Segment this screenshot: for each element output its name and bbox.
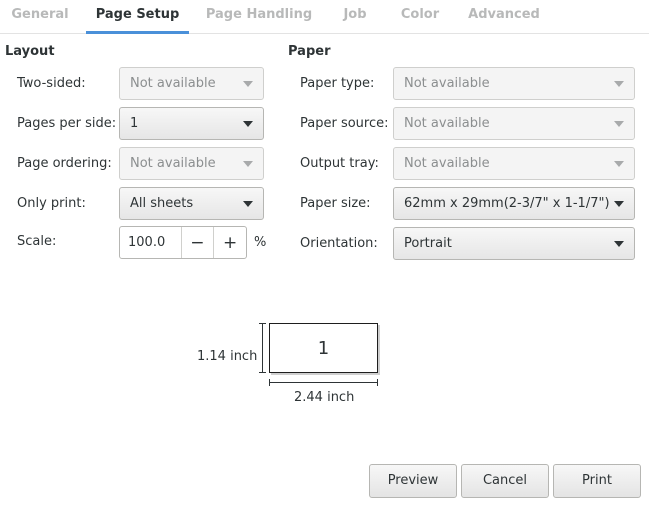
page-preview-number: 1 bbox=[317, 337, 330, 359]
print-button[interactable]: Print bbox=[553, 464, 641, 498]
tab-general[interactable]: General bbox=[4, 0, 76, 34]
scale-label: Scale: bbox=[17, 234, 57, 249]
chevron-down-icon bbox=[614, 81, 624, 87]
two-sided-value: Not available bbox=[130, 76, 216, 91]
output-tray-select: Not available bbox=[393, 147, 635, 180]
page-ordering-select: Not available bbox=[119, 147, 264, 180]
tab-bar: General Page Setup Page Handling Job Col… bbox=[0, 0, 649, 34]
chevron-down-icon bbox=[243, 81, 253, 87]
chevron-down-icon bbox=[243, 121, 253, 127]
paper-type-label: Paper type: bbox=[300, 76, 375, 91]
output-tray-value: Not available bbox=[404, 156, 490, 171]
page-width-label: 2.44 inch bbox=[294, 390, 355, 405]
scale-decrease-button[interactable]: − bbox=[180, 227, 214, 258]
paper-type-select: Not available bbox=[393, 67, 635, 100]
two-sided-label: Two-sided: bbox=[17, 76, 86, 91]
orientation-value: Portrait bbox=[404, 236, 452, 251]
page-height-label: 1.14 inch bbox=[197, 349, 258, 364]
paper-size-select[interactable]: 62mm x 29mm(2-3/7" x 1-1/7") bbox=[393, 187, 635, 220]
tab-page-setup[interactable]: Page Setup bbox=[86, 0, 189, 34]
orientation-select[interactable]: Portrait bbox=[393, 227, 635, 260]
layout-heading: Layout bbox=[5, 44, 55, 59]
preview-button[interactable]: Preview bbox=[369, 464, 457, 498]
two-sided-select: Not available bbox=[119, 67, 264, 100]
tab-page-handling[interactable]: Page Handling bbox=[198, 0, 320, 34]
scale-unit: % bbox=[254, 235, 267, 250]
orientation-label: Orientation: bbox=[300, 236, 378, 251]
output-tray-label: Output tray: bbox=[300, 156, 379, 171]
paper-heading: Paper bbox=[288, 44, 331, 59]
pages-per-side-value: 1 bbox=[130, 116, 139, 131]
width-dimension-cap bbox=[377, 379, 378, 386]
page-preview: 1 bbox=[269, 323, 378, 373]
width-dimension-line bbox=[269, 382, 378, 383]
chevron-down-icon bbox=[614, 161, 624, 167]
chevron-down-icon bbox=[243, 201, 253, 207]
page-ordering-value: Not available bbox=[130, 156, 216, 171]
width-dimension-cap bbox=[269, 379, 270, 386]
paper-type-value: Not available bbox=[404, 76, 490, 91]
height-dimension-cap bbox=[259, 372, 266, 373]
chevron-down-icon bbox=[614, 121, 624, 127]
chevron-down-icon bbox=[243, 161, 253, 167]
paper-source-value: Not available bbox=[404, 116, 490, 131]
pages-per-side-select[interactable]: 1 bbox=[119, 107, 264, 140]
only-print-label: Only print: bbox=[17, 196, 86, 211]
only-print-value: All sheets bbox=[130, 196, 194, 211]
chevron-down-icon bbox=[614, 241, 624, 247]
paper-size-value: 62mm x 29mm(2-3/7" x 1-1/7") bbox=[404, 196, 610, 211]
paper-source-label: Paper source: bbox=[300, 116, 389, 131]
chevron-down-icon bbox=[614, 201, 624, 207]
cancel-button[interactable]: Cancel bbox=[461, 464, 549, 498]
pages-per-side-label: Pages per side: bbox=[17, 116, 117, 131]
height-dimension-cap bbox=[259, 323, 266, 324]
only-print-select[interactable]: All sheets bbox=[119, 187, 264, 220]
paper-size-label: Paper size: bbox=[300, 196, 371, 211]
tab-color[interactable]: Color bbox=[392, 0, 448, 34]
scale-input[interactable]: 100.0 bbox=[120, 227, 181, 258]
scale-increase-button[interactable]: + bbox=[213, 227, 246, 258]
tab-job[interactable]: Job bbox=[334, 0, 376, 34]
tab-advanced[interactable]: Advanced bbox=[460, 0, 548, 34]
page-ordering-label: Page ordering: bbox=[17, 156, 112, 171]
height-dimension-line bbox=[262, 323, 263, 373]
scale-spinner: 100.0 − + bbox=[119, 226, 247, 259]
paper-source-select: Not available bbox=[393, 107, 635, 140]
